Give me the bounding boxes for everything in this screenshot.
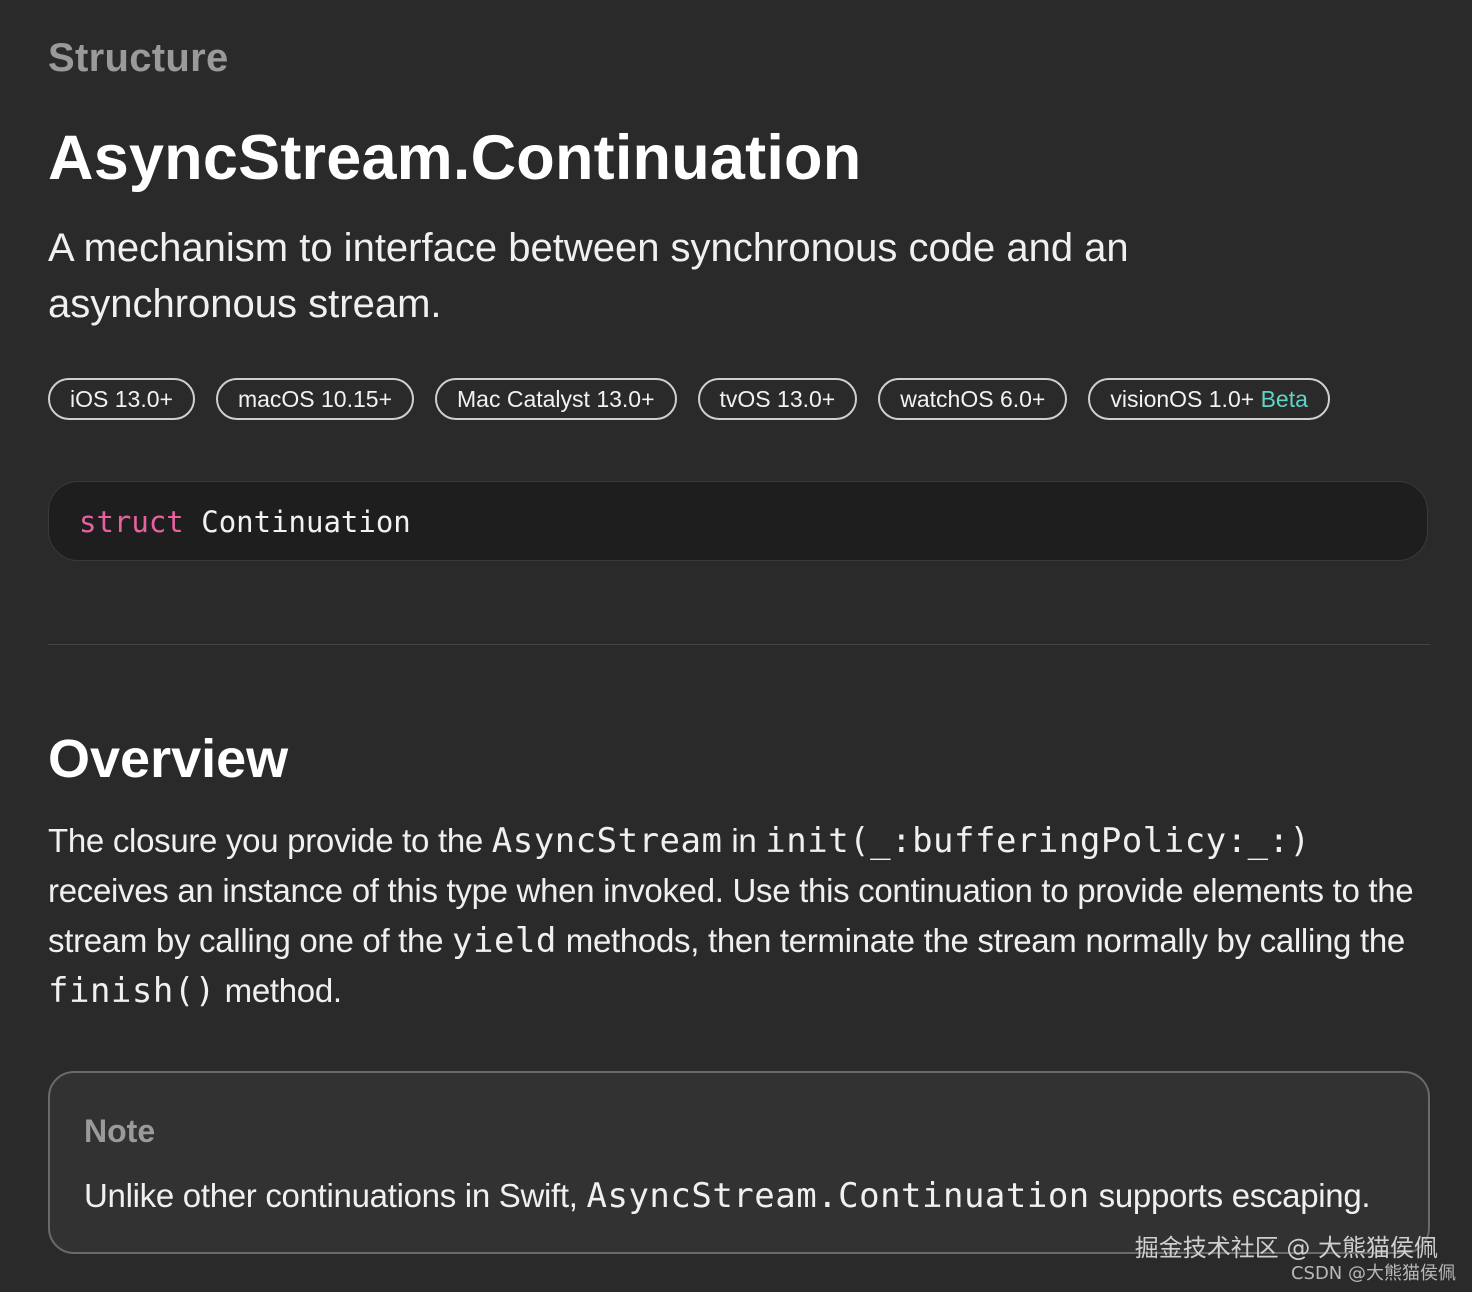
note-text-part: supports escaping.: [1089, 1177, 1371, 1214]
page-abstract: A mechanism to interface between synchro…: [48, 226, 1129, 326]
beta-badge: Beta: [1260, 386, 1308, 412]
declaration-code-block: struct Continuation: [48, 481, 1428, 561]
overview-text: method.: [215, 972, 342, 1009]
code-voice-continuation[interactable]: AsyncStream.Continuation: [587, 1176, 1090, 1216]
platform-label: watchOS 6.0+: [900, 386, 1046, 412]
platform-badge-mac-catalyst[interactable]: Mac Catalyst 13.0+: [435, 378, 677, 420]
platform-availability: iOS 13.0+ macOS 10.15+ Mac Catalyst 13.0…: [48, 378, 1330, 420]
section-divider: [48, 644, 1430, 645]
note-text-part: Unlike other continuations in Swift,: [84, 1177, 587, 1214]
code-voice-init-link[interactable]: init(_:bufferingPolicy:_:): [765, 821, 1310, 861]
overview-text: The closure you provide to the: [48, 822, 492, 859]
platform-label: iOS 13.0+: [70, 386, 173, 412]
platform-badge-visionos[interactable]: visionOS 1.0+ Beta: [1088, 378, 1330, 420]
platform-badge-tvos[interactable]: tvOS 13.0+: [697, 378, 858, 420]
watermark-juejin: 掘金技术社区 @ 大熊猫侯佩: [1134, 1234, 1438, 1262]
platform-label: macOS 10.15+: [237, 386, 392, 412]
overview-paragraph: The closure you provide to the AsyncStre…: [48, 816, 1438, 1016]
platform-label: tvOS 13.0+: [719, 386, 836, 412]
note-text: Unlike other continuations in Swift, Asy…: [84, 1176, 1371, 1216]
platform-badge-ios[interactable]: iOS 13.0+: [48, 378, 195, 420]
page-title: AsyncStream.Continuation: [48, 123, 862, 193]
overview-text: methods, then terminate the stream norma…: [556, 922, 1406, 959]
overview-text: in: [722, 822, 766, 859]
code-voice-asyncstream[interactable]: AsyncStream: [492, 821, 723, 861]
watermark-csdn: CSDN @大熊猫侯佩: [1290, 1263, 1456, 1284]
platform-badge-watchos[interactable]: watchOS 6.0+: [878, 378, 1068, 420]
code-voice-yield: yield: [452, 921, 557, 961]
declaration-name: Continuation: [201, 505, 411, 539]
code-voice-finish[interactable]: finish(): [48, 971, 216, 1011]
platform-label: Mac Catalyst 13.0+: [457, 386, 655, 412]
declaration-keyword: struct: [79, 505, 184, 539]
platform-label: visionOS 1.0+: [1110, 386, 1255, 412]
page-eyebrow: Structure: [48, 36, 229, 80]
note-label: Note: [84, 1113, 156, 1149]
note-aside: Note Unlike other continuations in Swift…: [48, 1071, 1430, 1254]
overview-heading: Overview: [48, 729, 289, 789]
platform-badge-macos[interactable]: macOS 10.15+: [215, 378, 414, 420]
